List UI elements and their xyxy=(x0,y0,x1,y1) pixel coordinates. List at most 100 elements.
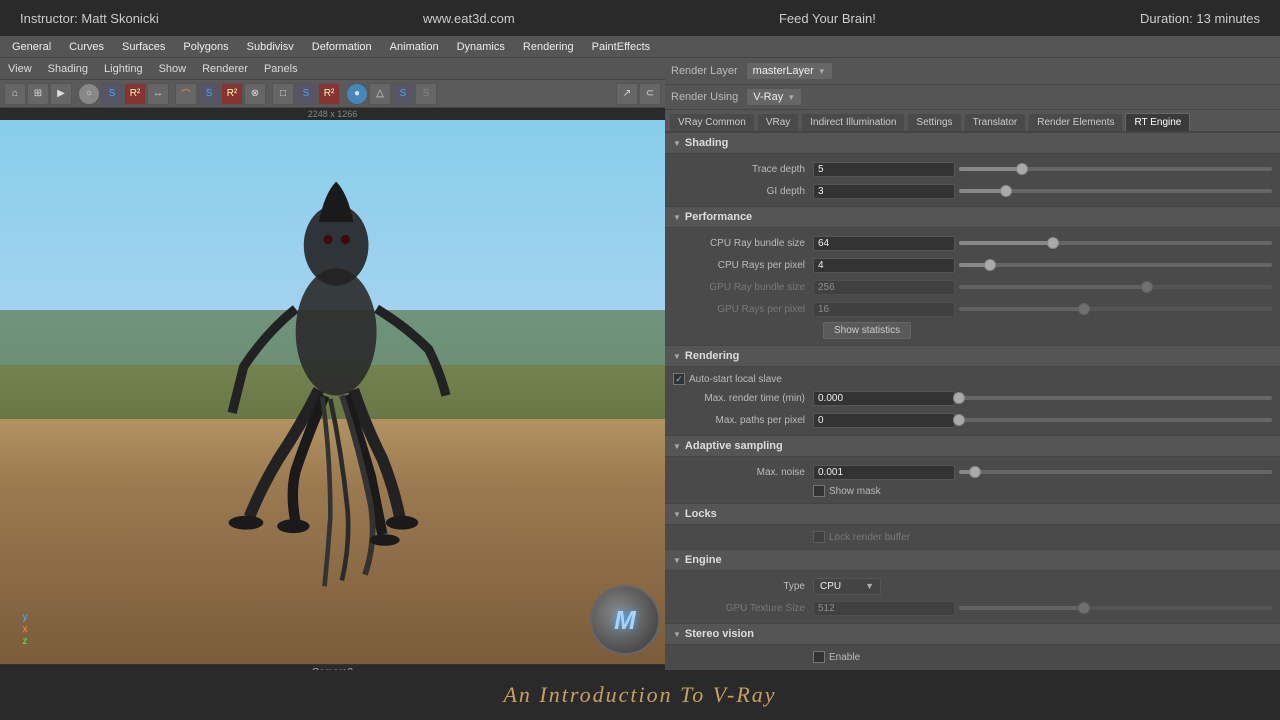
sec-view[interactable]: View xyxy=(8,63,32,75)
show-statistics-btn[interactable]: Show statistics xyxy=(823,322,911,339)
tab-indirect[interactable]: Indirect Illumination xyxy=(801,113,905,131)
engine-type-dropdown[interactable]: CPU ▼ xyxy=(813,578,881,595)
website-label: www.eat3d.com xyxy=(423,11,515,26)
engine-section-header[interactable]: ▼ Engine xyxy=(665,549,1280,571)
sec-panels[interactable]: Panels xyxy=(264,63,298,75)
s3-tool[interactable]: S xyxy=(295,83,317,105)
render-using-dropdown[interactable]: V-Ray ▼ xyxy=(746,88,802,106)
bottom-text: An Introduction To V-Ray xyxy=(503,682,776,708)
cpu-rays-pixel-input[interactable] xyxy=(813,258,955,273)
menu-animation[interactable]: Animation xyxy=(382,39,447,55)
engine-arrow: ▼ xyxy=(673,556,681,565)
stereo-enable-checkbox[interactable] xyxy=(813,651,825,663)
sphere-tool[interactable]: ● xyxy=(346,83,368,105)
move-tool[interactable]: ↔ xyxy=(147,83,169,105)
sec-shading[interactable]: Shading xyxy=(48,63,88,75)
rendering-arrow: ▼ xyxy=(673,352,681,361)
stereo-title: Stereo vision xyxy=(685,628,754,640)
menu-general[interactable]: General xyxy=(4,39,59,55)
max-noise-slider[interactable] xyxy=(959,470,1272,474)
max-paths-slider[interactable] xyxy=(959,418,1272,422)
locks-section-header[interactable]: ▼ Locks xyxy=(665,503,1280,525)
adaptive-sampling-title: Adaptive sampling xyxy=(685,440,783,452)
menu-surfaces[interactable]: Surfaces xyxy=(114,39,173,55)
curve-tool[interactable]: ⌒ xyxy=(175,83,197,105)
layer-dropdown-arrow: ▼ xyxy=(818,67,826,76)
lasso-tool[interactable]: ⊂ xyxy=(639,83,661,105)
max-render-time-slider[interactable] xyxy=(959,396,1272,400)
tab-settings[interactable]: Settings xyxy=(907,113,961,131)
bottom-bar: An Introduction To V-Ray xyxy=(0,670,1280,720)
instructor-label: Instructor: Matt Skonicki xyxy=(20,11,159,26)
select-tool[interactable]: ↗ xyxy=(616,83,638,105)
tab-vray[interactable]: VRay xyxy=(757,113,799,131)
auto-start-checkbox[interactable]: ✓ xyxy=(673,373,685,385)
menu-painteffects[interactable]: PaintEffects xyxy=(584,39,659,55)
tri-tool[interactable]: △ xyxy=(369,83,391,105)
max-render-time-input[interactable] xyxy=(813,391,955,406)
right-panel: Render Layer masterLayer ▼ Render Using … xyxy=(665,58,1280,720)
viewport[interactable]: y x z xyxy=(0,120,665,664)
cpu-rays-pixel-row: CPU Rays per pixel xyxy=(665,254,1280,276)
sec-show[interactable]: Show xyxy=(159,63,187,75)
menu-deformation[interactable]: Deformation xyxy=(304,39,380,55)
render-layer-bar: Render Layer masterLayer ▼ xyxy=(665,58,1280,85)
menu-subdivs[interactable]: Subdivisv xyxy=(239,39,302,55)
s4-tool[interactable]: S xyxy=(392,83,414,105)
stereo-section-header[interactable]: ▼ Stereo vision xyxy=(665,623,1280,645)
max-noise-label: Max. noise xyxy=(673,467,813,478)
max-paths-input[interactable] xyxy=(813,413,955,428)
adaptive-arrow: ▼ xyxy=(673,442,681,451)
home-tool[interactable]: ⌂ xyxy=(4,83,26,105)
show-mask-checkbox[interactable] xyxy=(813,485,825,497)
adaptive-sampling-section-body: Max. noise Show mask xyxy=(665,457,1280,503)
sec-lighting[interactable]: Lighting xyxy=(104,63,143,75)
r2-tool[interactable]: R² xyxy=(124,83,146,105)
tab-rt-engine[interactable]: RT Engine xyxy=(1125,113,1190,131)
box-tool[interactable]: □ xyxy=(272,83,294,105)
cpu-ray-bundle-input[interactable] xyxy=(813,236,955,251)
gpu-texture-slider xyxy=(959,606,1272,610)
menu-curves[interactable]: Curves xyxy=(61,39,112,55)
gpu-texture-input xyxy=(813,601,955,616)
max-paths-label: Max. paths per pixel xyxy=(673,415,813,426)
cpu-ray-bundle-slider[interactable] xyxy=(959,241,1272,245)
creature-silhouette xyxy=(120,147,552,609)
tab-render-elements[interactable]: Render Elements xyxy=(1028,113,1123,131)
circle-tool[interactable]: ○ xyxy=(78,83,100,105)
gi-depth-input[interactable] xyxy=(813,184,955,199)
show-mask-label: Show mask xyxy=(829,486,881,497)
trace-depth-input[interactable] xyxy=(813,162,955,177)
cpu-rays-pixel-slider[interactable] xyxy=(959,263,1272,267)
slogan-label: Feed Your Brain! xyxy=(779,11,876,26)
menu-rendering[interactable]: Rendering xyxy=(515,39,582,55)
r3-tool[interactable]: R² xyxy=(221,83,243,105)
tab-translator[interactable]: Translator xyxy=(964,113,1027,131)
gpu-rays-pixel-input xyxy=(813,302,955,317)
gi-depth-label: GI depth xyxy=(673,186,813,197)
gi-depth-slider[interactable] xyxy=(959,189,1272,193)
adaptive-sampling-section-header[interactable]: ▼ Adaptive sampling xyxy=(665,435,1280,457)
max-noise-input[interactable] xyxy=(813,465,955,480)
s5-tool[interactable]: S xyxy=(415,83,437,105)
trace-depth-slider[interactable] xyxy=(959,167,1272,171)
shading-section-header[interactable]: ▼ Shading xyxy=(665,132,1280,154)
s-tool[interactable]: S xyxy=(101,83,123,105)
lock-render-label: Lock render buffer xyxy=(829,532,910,543)
auto-start-row: ✓ Auto-start local slave xyxy=(665,371,1280,387)
gpu-rays-pixel-label: GPU Rays per pixel xyxy=(673,304,813,315)
render-layer-dropdown[interactable]: masterLayer ▼ xyxy=(746,62,833,80)
tab-vray-common[interactable]: VRay Common xyxy=(669,113,755,131)
rendering-title: Rendering xyxy=(685,350,739,362)
settings-scroll[interactable]: ▼ Shading Trace depth GI depth xyxy=(665,132,1280,720)
grid-tool[interactable]: ⊞ xyxy=(27,83,49,105)
r4-tool[interactable]: R² xyxy=(318,83,340,105)
menu-dynamics[interactable]: Dynamics xyxy=(449,39,513,55)
cam-tool[interactable]: ▶ xyxy=(50,83,72,105)
sec-renderer[interactable]: Renderer xyxy=(202,63,248,75)
performance-section-header[interactable]: ▼ Performance xyxy=(665,206,1280,228)
s2-tool[interactable]: S xyxy=(198,83,220,105)
rendering-section-header[interactable]: ▼ Rendering xyxy=(665,345,1280,367)
w-tool[interactable]: ⊗ xyxy=(244,83,266,105)
menu-polygons[interactable]: Polygons xyxy=(175,39,236,55)
